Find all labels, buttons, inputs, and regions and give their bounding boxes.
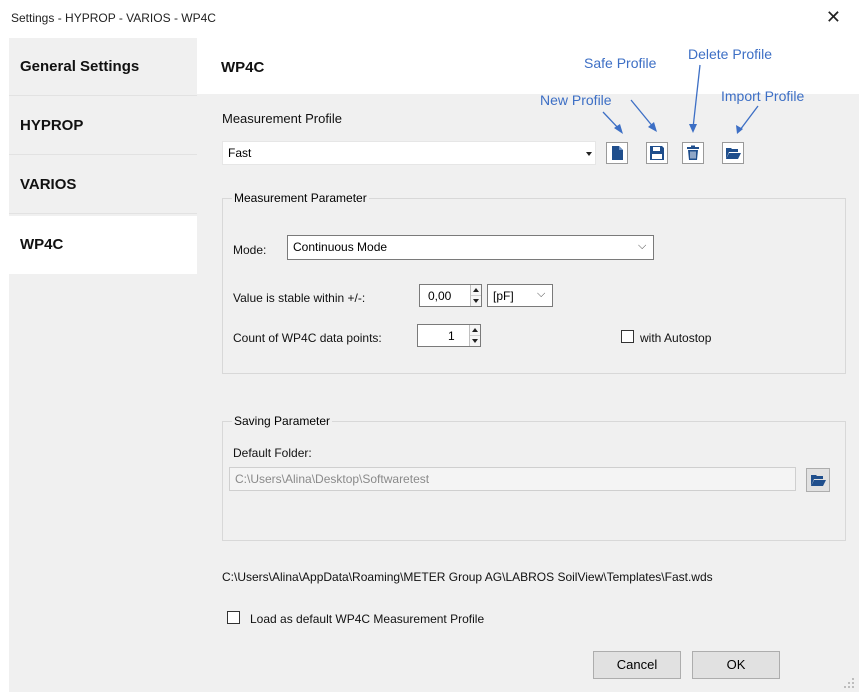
annotation-import-profile: Import Profile: [721, 88, 805, 104]
cancel-button[interactable]: Cancel: [593, 651, 681, 679]
autostop-label: with Autostop: [640, 331, 712, 345]
template-path: C:\Users\Alina\AppData\Roaming\METER Gro…: [222, 570, 713, 584]
stable-value-spinner[interactable]: [470, 285, 481, 306]
load-default-label: Load as default WP4C Measurement Profile: [250, 612, 485, 626]
delete-profile-button[interactable]: [682, 142, 704, 164]
autostop-checkbox[interactable]: [621, 330, 634, 343]
arrow-delete-profile: [692, 64, 701, 129]
mode-select[interactable]: Continuous Mode ⌵: [287, 235, 654, 260]
stable-value: 0,00: [428, 289, 452, 303]
new-file-icon: [612, 146, 623, 160]
mode-select-value: Continuous Mode: [293, 240, 388, 254]
save-profile-button[interactable]: [646, 142, 668, 164]
default-folder-label: Default Folder:: [233, 446, 312, 460]
dropdown-arrow-icon: [586, 152, 592, 156]
unit-select[interactable]: [pF] ⌵: [487, 284, 553, 307]
data-points-spinner[interactable]: [469, 325, 480, 346]
default-folder-value: C:\Users\Alina\Desktop\Softwaretest: [235, 472, 430, 486]
mode-label: Mode:: [233, 243, 267, 257]
trash-icon: [687, 145, 699, 160]
folder-open-icon: [811, 475, 826, 486]
measurement-parameter-title: Measurement Parameter: [232, 191, 369, 205]
new-profile-button[interactable]: [606, 142, 628, 164]
chevron-down-icon: ⌵: [638, 240, 647, 252]
import-profile-button[interactable]: [722, 142, 744, 164]
resize-grip-icon[interactable]: [842, 676, 856, 690]
measurement-profile-label: Measurement Profile: [222, 111, 342, 126]
stable-within-label: Value is stable within +/-:: [233, 291, 366, 305]
annotation-new-profile: New Profile: [540, 92, 612, 108]
load-default-checkbox[interactable]: [227, 611, 240, 624]
profile-select[interactable]: Fast: [222, 141, 596, 165]
save-icon: [650, 146, 664, 160]
default-folder-input[interactable]: C:\Users\Alina\Desktop\Softwaretest: [229, 467, 796, 491]
data-points-label: Count of WP4C data points:: [233, 331, 382, 345]
arrow-import-profile: [739, 105, 759, 131]
annotation-safe-profile: Safe Profile: [584, 55, 657, 71]
saving-parameter-title: Saving Parameter: [232, 414, 333, 428]
spin-up-icon[interactable]: [470, 325, 480, 336]
browse-folder-button[interactable]: [806, 468, 830, 492]
spin-up-icon[interactable]: [471, 285, 481, 296]
arrow-safe-profile: [630, 99, 655, 129]
spin-down-icon[interactable]: [470, 336, 480, 347]
stable-value-stepper[interactable]: 0,00: [419, 284, 482, 307]
unit-select-value: [pF]: [493, 289, 514, 303]
folder-open-icon: [726, 148, 741, 159]
data-points-stepper[interactable]: 1: [417, 324, 481, 347]
chevron-down-icon: ⌵: [537, 288, 546, 300]
profile-select-value: Fast: [228, 146, 252, 160]
ok-button[interactable]: OK: [692, 651, 780, 679]
spin-down-icon[interactable]: [471, 296, 481, 307]
data-points-value: 1: [448, 329, 455, 343]
annotation-delete-profile: Delete Profile: [688, 46, 773, 62]
